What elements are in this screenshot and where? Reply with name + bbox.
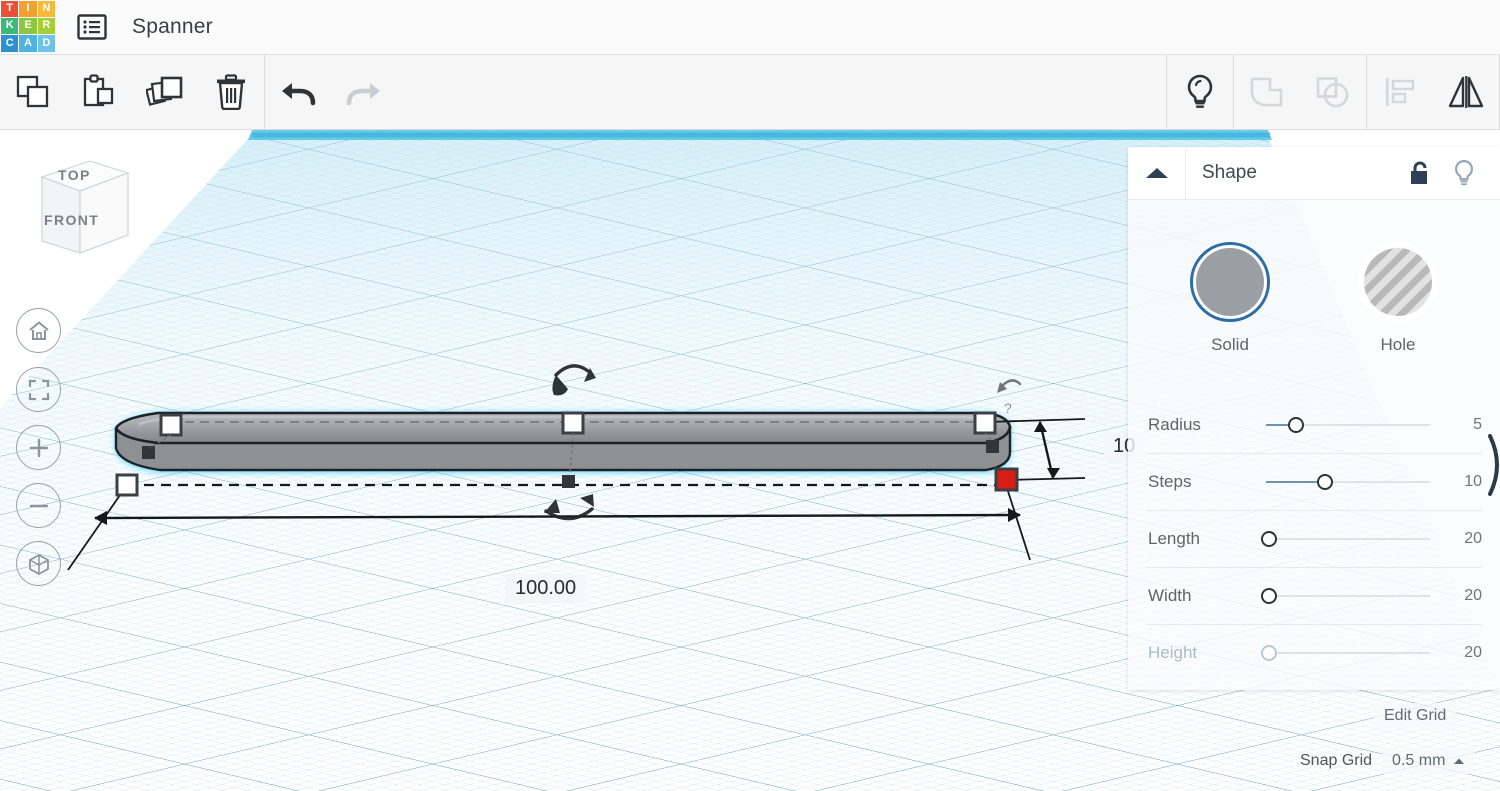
hole-swatch	[1358, 242, 1438, 322]
view-cube[interactable]: TOP FRONT	[28, 155, 133, 265]
param-row-steps: Steps 10	[1128, 454, 1500, 510]
main-toolbar	[0, 54, 1500, 130]
slider-knob-height[interactable]	[1261, 645, 1278, 661]
snap-grid-control: Snap Grid 0.5 mm	[1300, 748, 1476, 774]
lightbulb-button[interactable]	[1167, 55, 1233, 130]
logo-tile-d-8: D	[37, 35, 55, 52]
snap-grid-select[interactable]: 0.5 mm	[1382, 748, 1476, 774]
logo-tile-i-1: I	[19, 0, 37, 17]
home-view-button[interactable]	[16, 308, 61, 353]
slider-knob-radius[interactable]	[1287, 417, 1304, 433]
solid-circle	[1196, 248, 1264, 316]
param-slider-width[interactable]	[1261, 586, 1430, 606]
param-slider-height[interactable]	[1261, 643, 1430, 663]
scale-handle-top-left	[159, 413, 183, 437]
param-row-length: Length 20	[1128, 511, 1500, 567]
zoom-in-button[interactable]	[16, 425, 61, 470]
collapsed-panel-chevron-icon[interactable]	[1486, 430, 1500, 500]
slider-track-length	[1266, 538, 1430, 540]
shape-panel: Shape Solid Hole Radius 5 Steps 10 Lengt…	[1128, 146, 1500, 690]
scale-handle-top-center	[561, 411, 585, 435]
edit-grid-button[interactable]: Edit Grid	[1374, 703, 1457, 729]
delete-button[interactable]	[198, 55, 264, 130]
slider-knob-steps[interactable]	[1317, 474, 1334, 490]
copy-button[interactable]	[0, 55, 66, 130]
param-value-width[interactable]: 20	[1440, 587, 1482, 605]
shape-parameters: Radius 5 Steps 10 Length 20 Width 20 Height 20	[1128, 397, 1500, 681]
length-dimension-label[interactable]: 100.00	[506, 574, 586, 603]
snap-grid-label: Snap Grid	[1300, 752, 1373, 769]
fit-view-button[interactable]	[16, 367, 61, 412]
svg-text:?: ?	[1004, 400, 1012, 416]
logo-tile-t-0: T	[1, 0, 19, 17]
snap-grid-value: 0.5 mm	[1392, 752, 1446, 769]
scale-handle-top-right	[973, 411, 997, 435]
shape-mode-selector: Solid Hole	[1128, 200, 1500, 355]
corner-handle-left	[142, 446, 155, 459]
shape-panel-body: Solid Hole Radius 5 Steps 10 Length 20 Width 20…	[1128, 200, 1500, 690]
logo-tile-n-2: N	[37, 0, 55, 17]
param-label-length: Length	[1148, 529, 1200, 548]
mirror-button[interactable]	[1433, 55, 1499, 130]
scale-handle-bottom-left	[115, 473, 139, 497]
param-label-radius: Radius	[1148, 415, 1201, 434]
solid-mode-label: Solid	[1211, 335, 1249, 354]
chevron-up-icon[interactable]	[1128, 146, 1186, 200]
solid-swatch	[1190, 242, 1270, 322]
logo-tile-r-5: R	[37, 17, 55, 35]
undo-button[interactable]	[265, 55, 331, 130]
corner-handle-right	[986, 440, 999, 453]
param-label-height: Height	[1148, 643, 1198, 662]
group-button[interactable]	[1234, 55, 1300, 130]
param-value-length[interactable]: 20	[1440, 530, 1482, 548]
logo-tile-e-4: E	[19, 17, 37, 35]
slider-knob-width[interactable]	[1261, 588, 1278, 604]
hole-circle	[1364, 248, 1432, 316]
active-scale-handle	[994, 467, 1019, 492]
shape-panel-header: Shape	[1128, 146, 1500, 200]
shape-panel-title: Shape	[1202, 162, 1257, 183]
param-row-radius: Radius 5	[1128, 397, 1500, 453]
zoom-out-button[interactable]	[16, 483, 61, 528]
hole-mode-label: Hole	[1380, 335, 1416, 354]
lightbulb-icon[interactable]	[1442, 147, 1486, 200]
duplicate-button[interactable]	[132, 55, 198, 130]
param-row-width: Width 20	[1128, 568, 1500, 624]
redo-button[interactable]	[331, 55, 397, 130]
tinkercad-app: TIN KER CAD Spanner ? TOP FRONT 10 100.00 …	[0, 0, 1500, 791]
param-slider-steps[interactable]	[1266, 472, 1430, 492]
app-header: TIN KER CAD Spanner	[0, 0, 1500, 55]
document-list-icon[interactable]	[72, 7, 112, 47]
solid-mode[interactable]: Solid	[1175, 242, 1285, 355]
page-title: Spanner	[132, 15, 213, 38]
logo-tile-k-3: K	[1, 17, 19, 35]
unlock-icon[interactable]	[1398, 147, 1442, 200]
align-button[interactable]	[1367, 55, 1433, 130]
param-value-steps[interactable]: 10	[1440, 473, 1482, 491]
logo-tile-a-7: A	[19, 35, 37, 52]
hole-mode[interactable]: Hole	[1343, 242, 1453, 355]
corner-handle-bottom-center	[562, 475, 575, 488]
param-label-width: Width	[1148, 586, 1192, 605]
logo-tile-c-6: C	[1, 35, 19, 52]
slider-track-height	[1266, 652, 1430, 654]
caret-up-icon	[1454, 758, 1465, 764]
param-value-height[interactable]: 20	[1440, 644, 1482, 662]
paste-button[interactable]	[66, 55, 132, 130]
ungroup-button[interactable]	[1300, 55, 1366, 130]
tinkercad-logo[interactable]: TIN KER CAD	[0, 0, 56, 55]
slider-knob-length[interactable]	[1261, 531, 1278, 547]
param-label-steps: Steps	[1148, 472, 1192, 491]
param-value-radius[interactable]: 5	[1440, 416, 1482, 434]
projection-toggle-button[interactable]	[16, 541, 61, 586]
param-slider-radius[interactable]	[1266, 415, 1430, 435]
slider-track-width	[1266, 595, 1430, 597]
param-slider-length[interactable]	[1261, 529, 1430, 549]
param-row-height: Height 20	[1128, 625, 1500, 681]
